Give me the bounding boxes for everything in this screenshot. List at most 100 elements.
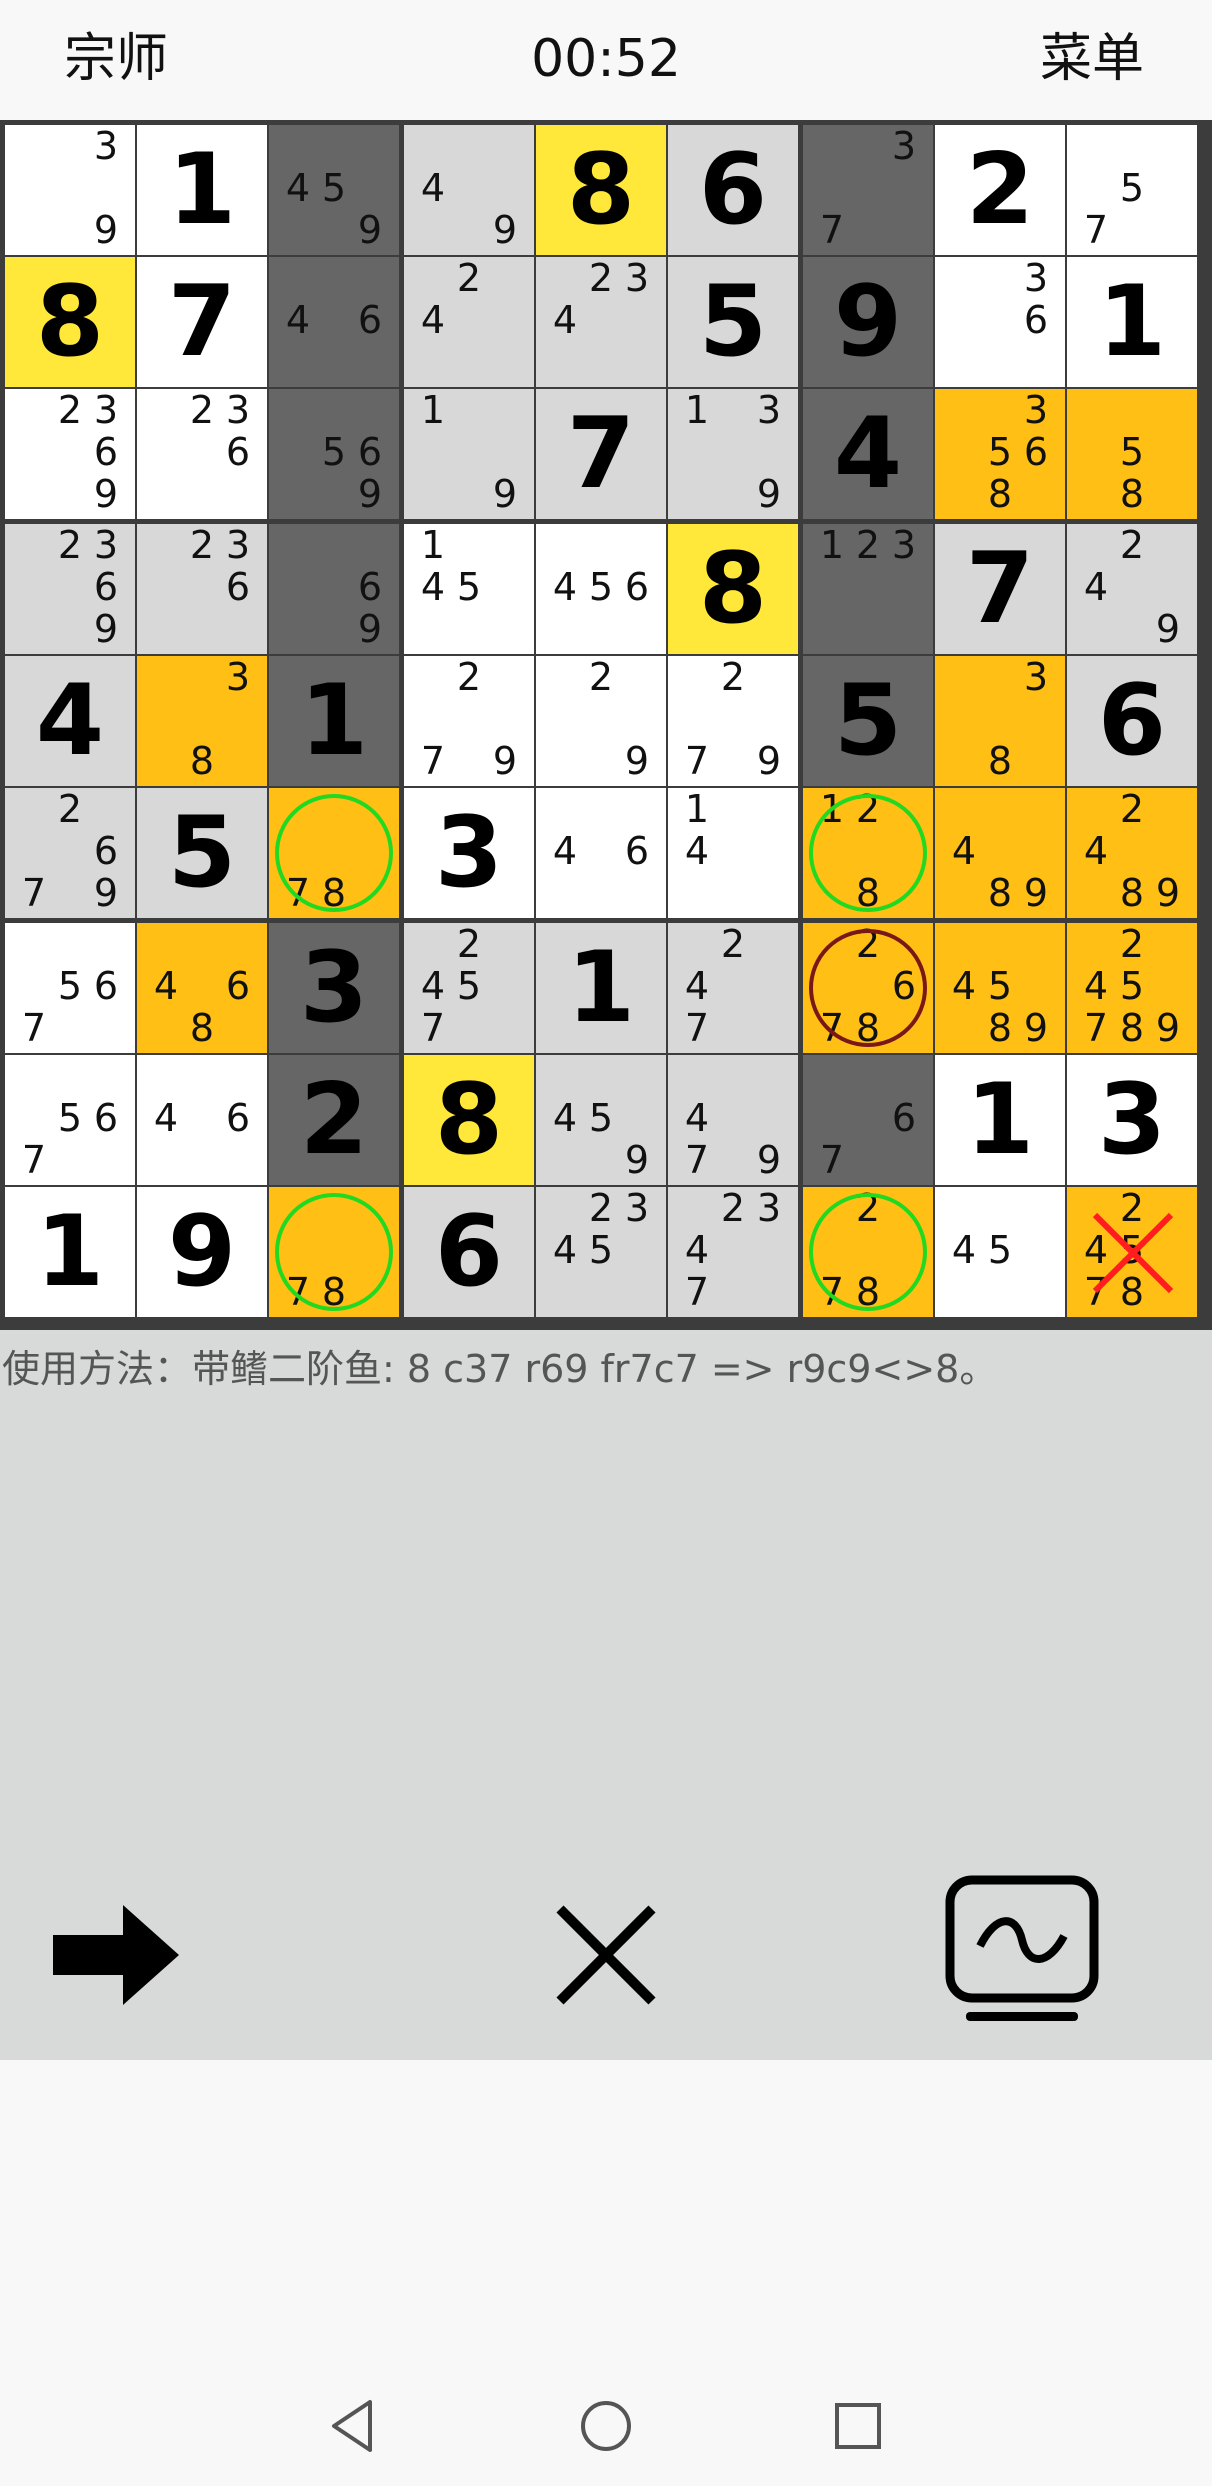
cell-r2c6[interactable]: 5 — [668, 257, 798, 387]
clear-button[interactable] — [531, 1890, 681, 2020]
cell-r1c5[interactable]: 8 — [536, 125, 666, 255]
cell-r9c1[interactable]: 1 — [5, 1187, 135, 1317]
cell-r3c1[interactable]: 2369 — [5, 389, 135, 519]
cell-r5c8[interactable]: 38 — [935, 656, 1065, 786]
cell-value: 6 — [434, 1195, 504, 1309]
cell-r3c3[interactable]: 569 — [269, 389, 399, 519]
candidate-6: 6 — [93, 565, 119, 609]
cell-r4c3[interactable]: 69 — [269, 524, 399, 654]
cell-r3c8[interactable]: 3568 — [935, 389, 1065, 519]
close-icon — [556, 1905, 656, 2005]
mode-button[interactable] — [940, 1870, 1104, 2030]
cell-value: 5 — [833, 664, 903, 778]
cell-r6c1[interactable]: 26 7 9 — [5, 788, 135, 918]
cell-r8c2[interactable]: 46 — [137, 1055, 267, 1185]
cell-r5c7[interactable]: 5 — [803, 656, 933, 786]
candidate-1: 1 — [420, 388, 446, 432]
cell-r1c8[interactable]: 2 — [935, 125, 1065, 255]
cell-r3c7[interactable]: 4 — [803, 389, 933, 519]
cell-r5c3[interactable]: 1 — [269, 656, 399, 786]
cell-r6c4[interactable]: 3 — [404, 788, 534, 918]
cell-r7c5[interactable]: 1 — [536, 923, 666, 1053]
nav-home-icon[interactable] — [576, 2396, 636, 2456]
cell-r7c7[interactable]: 2678 — [803, 923, 933, 1053]
cell-r6c3[interactable]: 78 — [269, 788, 399, 918]
cell-r2c7[interactable]: 9 — [803, 257, 933, 387]
cell-r2c2[interactable]: 7 — [137, 257, 267, 387]
nav-recent-icon[interactable] — [828, 2396, 888, 2456]
cell-r2c4[interactable]: 24 — [404, 257, 534, 387]
cell-r2c8[interactable]: 36 — [935, 257, 1065, 387]
cell-r8c8[interactable]: 1 — [935, 1055, 1065, 1185]
cell-r5c1[interactable]: 4 — [5, 656, 135, 786]
cell-r8c7[interactable]: 67 — [803, 1055, 933, 1185]
cell-r2c3[interactable]: 46 — [269, 257, 399, 387]
cell-r7c4[interactable]: 2457 — [404, 923, 534, 1053]
cell-r5c9[interactable]: 6 — [1067, 656, 1197, 786]
cell-r9c4[interactable]: 6 — [404, 1187, 534, 1317]
cell-r1c2[interactable]: 1 — [137, 125, 267, 255]
cell-r9c2[interactable]: 9 — [137, 1187, 267, 1317]
cell-r5c4[interactable]: 27 9 — [404, 656, 534, 786]
cell-r4c6[interactable]: 8 — [668, 524, 798, 654]
cell-r9c9[interactable]: 24578 — [1067, 1187, 1197, 1317]
cell-r9c8[interactable]: 45 — [935, 1187, 1065, 1317]
cell-r1c6[interactable]: 6 — [668, 125, 798, 255]
cell-r4c5[interactable]: 456 — [536, 524, 666, 654]
cell-r1c1[interactable]: 39 — [5, 125, 135, 255]
candidate-9: 9 — [357, 208, 383, 252]
cell-r1c4[interactable]: 49 — [404, 125, 534, 255]
cell-r9c3[interactable]: 78 — [269, 1187, 399, 1317]
nav-back-icon[interactable] — [324, 2396, 384, 2456]
cell-r3c5[interactable]: 7 — [536, 389, 666, 519]
cell-r4c8[interactable]: 7 — [935, 524, 1065, 654]
cell-r7c3[interactable]: 3 — [269, 923, 399, 1053]
cell-r6c9[interactable]: 2489 — [1067, 788, 1197, 918]
cell-r4c2[interactable]: 236 — [137, 524, 267, 654]
cell-r7c6[interactable]: 247 — [668, 923, 798, 1053]
cell-r3c2[interactable]: 236 — [137, 389, 267, 519]
cell-r8c3[interactable]: 2 — [269, 1055, 399, 1185]
cell-r1c9[interactable]: 57 — [1067, 125, 1197, 255]
cell-r5c2[interactable]: 38 — [137, 656, 267, 786]
next-step-button[interactable] — [40, 1890, 190, 2020]
cell-r9c7[interactable]: 278 — [803, 1187, 933, 1317]
cell-r8c1[interactable]: 567 — [5, 1055, 135, 1185]
cell-r2c1[interactable]: 8 — [5, 257, 135, 387]
candidate-7: 7 — [819, 1138, 845, 1182]
cell-r3c9[interactable]: 58 — [1067, 389, 1197, 519]
cell-r6c6[interactable]: 14 — [668, 788, 798, 918]
cell-r4c9[interactable]: 24 9 — [1067, 524, 1197, 654]
cell-r2c9[interactable]: 1 — [1067, 257, 1197, 387]
cell-r1c3[interactable]: 459 — [269, 125, 399, 255]
cell-r6c8[interactable]: 489 — [935, 788, 1065, 918]
candidate-4: 4 — [153, 1096, 179, 1140]
cell-r3c6[interactable]: 1 3 9 — [668, 389, 798, 519]
cell-r7c8[interactable]: 4589 — [935, 923, 1065, 1053]
candidate-5: 5 — [1119, 430, 1145, 474]
menu-button[interactable]: 菜单 — [1040, 14, 1144, 104]
cell-r8c5[interactable]: 459 — [536, 1055, 666, 1185]
cell-r7c2[interactable]: 4 68 — [137, 923, 267, 1053]
cell-r1c7[interactable]: 37 — [803, 125, 933, 255]
cell-r6c2[interactable]: 5 — [137, 788, 267, 918]
cell-r3c4[interactable]: 19 — [404, 389, 534, 519]
cell-r5c6[interactable]: 27 9 — [668, 656, 798, 786]
candidate-6: 6 — [93, 430, 119, 474]
candidate-2: 2 — [1119, 523, 1145, 567]
cell-r4c4[interactable]: 145 — [404, 524, 534, 654]
cell-r2c5[interactable]: 234 — [536, 257, 666, 387]
cell-r6c5[interactable]: 46 — [536, 788, 666, 918]
cell-r8c4[interactable]: 8 — [404, 1055, 534, 1185]
cell-r6c7[interactable]: 128 — [803, 788, 933, 918]
candidate-1: 1 — [684, 388, 710, 432]
cell-r9c5[interactable]: 2345 — [536, 1187, 666, 1317]
cell-r4c7[interactable]: 123 — [803, 524, 933, 654]
cell-r7c9[interactable]: 245789 — [1067, 923, 1197, 1053]
cell-r9c6[interactable]: 2347 — [668, 1187, 798, 1317]
cell-r5c5[interactable]: 29 — [536, 656, 666, 786]
cell-r4c1[interactable]: 2369 — [5, 524, 135, 654]
cell-r8c6[interactable]: 47 9 — [668, 1055, 798, 1185]
cell-r8c9[interactable]: 3 — [1067, 1055, 1197, 1185]
cell-r7c1[interactable]: 567 — [5, 923, 135, 1053]
